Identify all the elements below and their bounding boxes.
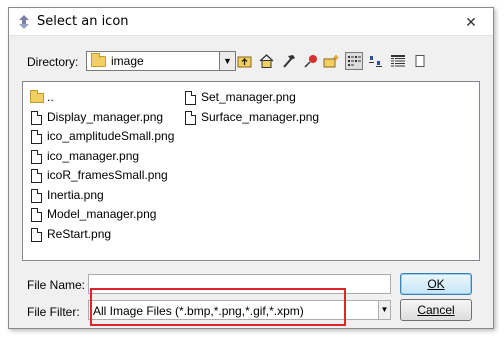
file-name-text: icoR_framesSmall.png — [47, 168, 168, 182]
file-name-text: Model_manager.png — [47, 207, 157, 221]
file-icon — [185, 91, 196, 105]
file-list[interactable]: .. Display_manager.png ico_amplitudeSmal… — [22, 81, 480, 261]
list-item[interactable]: Set_manager.png — [183, 88, 319, 108]
file-name-input[interactable] — [88, 274, 391, 294]
file-filter-value: All Image Files (*.bmp,*.png,*.gif,*.xpm… — [93, 304, 304, 318]
file-name-text: Set_manager.png — [201, 90, 296, 104]
title-bar: Select an icon ✕ — [9, 8, 493, 36]
directory-label: Directory: — [27, 55, 79, 69]
details-view-icon[interactable] — [389, 52, 407, 70]
file-name-text: Display_manager.png — [47, 109, 164, 124]
file-icon — [185, 110, 196, 125]
file-filter-label: File Filter: — [27, 305, 80, 319]
ok-button-label: OK — [427, 277, 445, 291]
cancel-button[interactable]: Cancel — [400, 299, 472, 321]
cancel-button-label: Cancel — [417, 303, 455, 317]
file-icon — [31, 149, 42, 164]
list-item[interactable]: Inertia.png — [29, 186, 174, 206]
hammer-icon[interactable] — [279, 52, 297, 70]
list-item-parent[interactable]: .. — [29, 88, 174, 108]
file-icon — [31, 110, 42, 125]
file-icon — [31, 169, 42, 183]
file-filter-combobox[interactable]: All Image Files (*.bmp,*.png,*.gif,*.xpm… — [88, 300, 391, 320]
home-icon[interactable] — [257, 52, 275, 70]
up-folder-icon[interactable] — [235, 52, 253, 70]
select-icon-dialog: Select an icon ✕ Directory: image ▼ .. D… — [8, 7, 494, 329]
chevron-down-icon[interactable]: ▼ — [219, 52, 235, 70]
list-item[interactable]: Surface_manager.png — [183, 108, 319, 128]
file-name-text: Inertia.png — [47, 187, 104, 202]
new-folder-icon[interactable] — [322, 52, 340, 70]
file-name-label: File Name: — [27, 278, 86, 292]
list-item[interactable]: icoR_framesSmall.png — [29, 166, 174, 186]
folder-icon — [91, 53, 106, 67]
list-item[interactable]: ico_amplitudeSmall.png — [29, 127, 174, 147]
directory-value: image — [111, 54, 144, 68]
file-column-1: .. Display_manager.png ico_amplitudeSmal… — [29, 88, 174, 244]
app-icon — [19, 15, 29, 29]
chevron-down-icon[interactable]: ▼ — [378, 301, 390, 319]
file-icon — [31, 130, 42, 144]
copy-icon[interactable] — [411, 52, 429, 70]
list-item[interactable]: Display_manager.png — [29, 108, 174, 128]
small-icons-view-icon[interactable] — [367, 52, 385, 70]
file-name-text: ReStart.png — [47, 226, 112, 241]
folder-icon — [30, 90, 44, 103]
file-icon — [31, 227, 42, 242]
list-item[interactable]: ico_manager.png — [29, 147, 174, 167]
pin-icon[interactable] — [301, 52, 319, 70]
file-name-text: ico_manager.png — [47, 148, 140, 163]
list-view-icon[interactable] — [345, 52, 363, 70]
file-icon — [31, 188, 42, 203]
file-column-2: Set_manager.png Surface_manager.png — [183, 88, 319, 127]
file-name-text: Surface_manager.png — [201, 109, 320, 124]
file-name-text: .. — [47, 90, 54, 104]
close-button[interactable]: ✕ — [461, 14, 481, 30]
directory-combobox[interactable]: image ▼ — [86, 51, 236, 71]
list-item[interactable]: ReStart.png — [29, 225, 174, 245]
dialog-title: Select an icon — [37, 14, 129, 29]
file-icon — [31, 208, 42, 222]
file-name-text: ico_amplitudeSmall.png — [47, 129, 175, 143]
list-item[interactable]: Model_manager.png — [29, 205, 174, 225]
ok-button[interactable]: OK — [400, 273, 472, 295]
